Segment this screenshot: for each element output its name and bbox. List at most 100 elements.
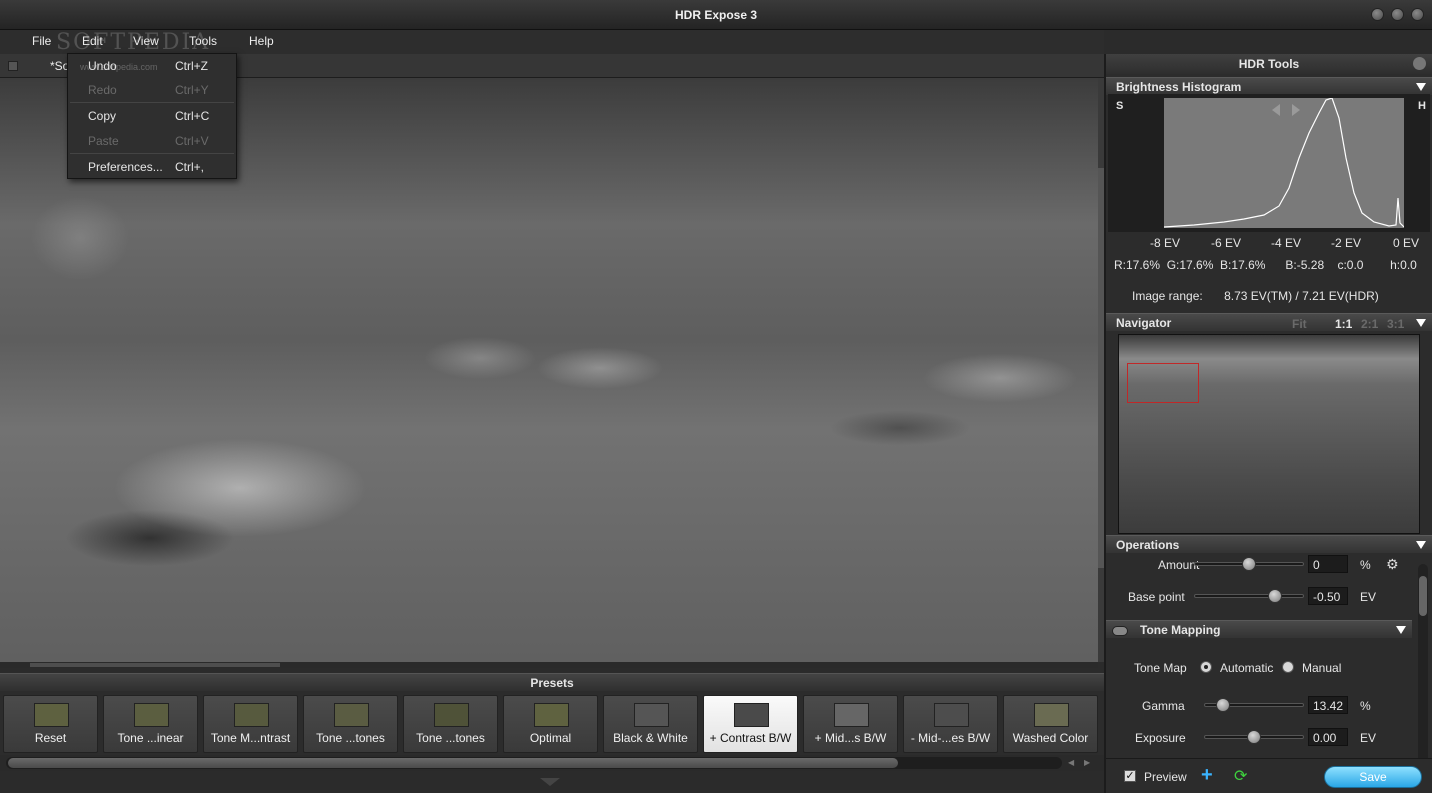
scrollbar-thumb[interactable] bbox=[8, 758, 898, 768]
preset-tone-tones-2[interactable]: Tone ...tones bbox=[403, 695, 498, 753]
gear-icon[interactable]: ⚙ bbox=[1386, 556, 1399, 573]
amount-input[interactable]: 0 bbox=[1308, 555, 1348, 573]
menu-item-label: Redo bbox=[88, 83, 117, 97]
gamma-label: Gamma bbox=[1142, 699, 1185, 713]
basepoint-slider[interactable] bbox=[1194, 589, 1304, 603]
menu-help[interactable]: Help bbox=[249, 34, 274, 48]
collapse-presets-icon[interactable] bbox=[540, 778, 560, 786]
preview-label: Preview bbox=[1144, 770, 1187, 784]
exposure-slider[interactable] bbox=[1204, 730, 1304, 744]
section-title: Navigator bbox=[1116, 316, 1172, 330]
close-panel-icon[interactable] bbox=[1413, 57, 1426, 70]
basepoint-input[interactable]: -0.50 bbox=[1308, 587, 1348, 605]
zoom-fit-button[interactable]: Fit bbox=[1292, 317, 1307, 331]
panel-title: HDR Tools bbox=[1238, 57, 1300, 71]
navigator-viewport-rect[interactable] bbox=[1127, 363, 1199, 403]
manual-radio[interactable] bbox=[1282, 661, 1294, 673]
title-bar: HDR Expose 3 bbox=[0, 0, 1432, 30]
collapse-icon[interactable] bbox=[1416, 319, 1426, 327]
scroll-right-icon[interactable]: ▶ bbox=[1084, 758, 1090, 767]
slider-knob[interactable] bbox=[1268, 589, 1283, 603]
image-range-label: Image range: bbox=[1132, 289, 1203, 303]
slider-knob[interactable] bbox=[1247, 730, 1261, 744]
minimize-icon[interactable] bbox=[1371, 8, 1384, 21]
navigator-thumbnail[interactable] bbox=[1118, 334, 1420, 534]
operations-section-header[interactable]: Operations bbox=[1106, 535, 1432, 553]
scroll-left-icon[interactable]: ◀ bbox=[1068, 758, 1074, 767]
automatic-radio[interactable] bbox=[1200, 661, 1212, 673]
panel-title-bar: HDR Tools bbox=[1106, 54, 1432, 74]
section-title: Operations bbox=[1116, 538, 1180, 552]
collapse-icon[interactable] bbox=[1396, 626, 1406, 634]
presets-scrollbar[interactable]: ◀ ▶ bbox=[0, 755, 1104, 771]
canvas-horizontal-scrollbar[interactable] bbox=[0, 662, 1098, 668]
gamma-input[interactable]: 13.42 bbox=[1308, 696, 1348, 714]
menu-file[interactable]: File bbox=[32, 34, 51, 48]
preset-thumbnail bbox=[534, 703, 569, 727]
collapse-icon[interactable] bbox=[1416, 83, 1426, 91]
ev-tick: -4 EV bbox=[1271, 236, 1302, 250]
tonemap-label: Tone Map bbox=[1134, 661, 1187, 675]
preset-minus-mid-bw[interactable]: - Mid-...es B/W bbox=[903, 695, 998, 753]
exposure-input[interactable]: 0.00 bbox=[1308, 728, 1348, 746]
preset-thumbnail bbox=[434, 703, 469, 727]
gamma-unit: % bbox=[1360, 699, 1371, 713]
menu-item-shortcut: Ctrl+Y bbox=[175, 83, 209, 97]
preset-plus-mid-bw[interactable]: + Mid...s B/W bbox=[803, 695, 898, 753]
menu-item-copy[interactable]: Copy Ctrl+C bbox=[68, 104, 236, 128]
close-icon[interactable] bbox=[1411, 8, 1424, 21]
preset-black-white[interactable]: Black & White bbox=[603, 695, 698, 753]
amount-unit: % bbox=[1360, 558, 1371, 572]
shadow-clip-toggle[interactable]: S bbox=[1116, 100, 1123, 112]
preset-thumbnail bbox=[134, 703, 169, 727]
preset-washed-color[interactable]: Washed Color bbox=[1003, 695, 1098, 753]
zoom-3-1-button[interactable]: 3:1 bbox=[1387, 317, 1404, 331]
preview-checkbox[interactable]: ✓ bbox=[1124, 770, 1136, 782]
tone-mapping-section-header[interactable]: Tone Mapping bbox=[1106, 620, 1412, 638]
menu-item-preferences[interactable]: Preferences... Ctrl+, bbox=[68, 155, 236, 179]
preset-tone-contrast[interactable]: Tone M...ntrast bbox=[203, 695, 298, 753]
tab-close-icon[interactable] bbox=[8, 61, 18, 71]
preset-thumbnail bbox=[734, 703, 769, 727]
add-preset-icon[interactable]: + bbox=[1201, 764, 1213, 787]
scrollbar-thumb[interactable] bbox=[30, 663, 280, 667]
preset-tone-tones-1[interactable]: Tone ...tones bbox=[303, 695, 398, 753]
gamma-slider[interactable] bbox=[1204, 698, 1304, 712]
ev-axis: -8 EV -6 EV -4 EV -2 EV 0 EV bbox=[1108, 234, 1430, 254]
menu-item-label: Copy bbox=[88, 109, 117, 123]
tone-mapping-toggle[interactable] bbox=[1112, 626, 1128, 636]
amount-slider[interactable] bbox=[1194, 557, 1304, 571]
ev-tick: -6 EV bbox=[1211, 236, 1242, 250]
preset-thumbnail bbox=[934, 703, 969, 727]
refresh-icon[interactable]: ⟳ bbox=[1234, 766, 1247, 786]
operations-scrollbar[interactable] bbox=[1418, 564, 1428, 764]
section-title: Tone Mapping bbox=[1140, 623, 1221, 637]
image-range-value: 8.73 EV(TM) / 7.21 EV(HDR) bbox=[1224, 289, 1379, 303]
menu-item-shortcut: Ctrl+C bbox=[175, 109, 210, 123]
preset-label: Tone ...inear bbox=[117, 731, 184, 745]
menu-item-redo: Redo Ctrl+Y bbox=[68, 78, 236, 102]
preset-optimal[interactable]: Optimal bbox=[503, 695, 598, 753]
save-button[interactable]: Save bbox=[1324, 766, 1422, 788]
window-title: HDR Expose 3 bbox=[674, 8, 758, 22]
navigator-section-header[interactable]: Navigator Fit 1:1 2:1 3:1 bbox=[1106, 313, 1432, 331]
zoom-1-1-button[interactable]: 1:1 bbox=[1335, 317, 1352, 331]
scrollbar-thumb[interactable] bbox=[1419, 576, 1427, 616]
histogram-section-header[interactable]: Brightness Histogram bbox=[1106, 77, 1432, 95]
preset-tone-linear[interactable]: Tone ...inear bbox=[103, 695, 198, 753]
preset-reset[interactable]: Reset bbox=[3, 695, 98, 753]
preset-plus-contrast-bw[interactable]: + Contrast B/W bbox=[703, 695, 798, 753]
panel-footer: ✓ Preview + ⟳ Save bbox=[1106, 758, 1432, 793]
highlight-clip-toggle[interactable]: H bbox=[1418, 100, 1426, 112]
presets-strip: Reset Tone ...inear Tone M...ntrast Tone… bbox=[0, 691, 1104, 755]
zoom-2-1-button[interactable]: 2:1 bbox=[1361, 317, 1378, 331]
maximize-icon[interactable] bbox=[1391, 8, 1404, 21]
slider-knob[interactable] bbox=[1215, 698, 1230, 712]
histogram-right-arrow-icon bbox=[1292, 104, 1300, 116]
presets-header[interactable]: Presets bbox=[0, 673, 1104, 691]
ev-tick: -8 EV bbox=[1150, 236, 1181, 250]
exposure-label: Exposure bbox=[1135, 731, 1186, 745]
slider-knob[interactable] bbox=[1242, 557, 1256, 571]
collapse-icon[interactable] bbox=[1416, 541, 1426, 549]
menu-item-shortcut: Ctrl+Z bbox=[175, 59, 208, 73]
